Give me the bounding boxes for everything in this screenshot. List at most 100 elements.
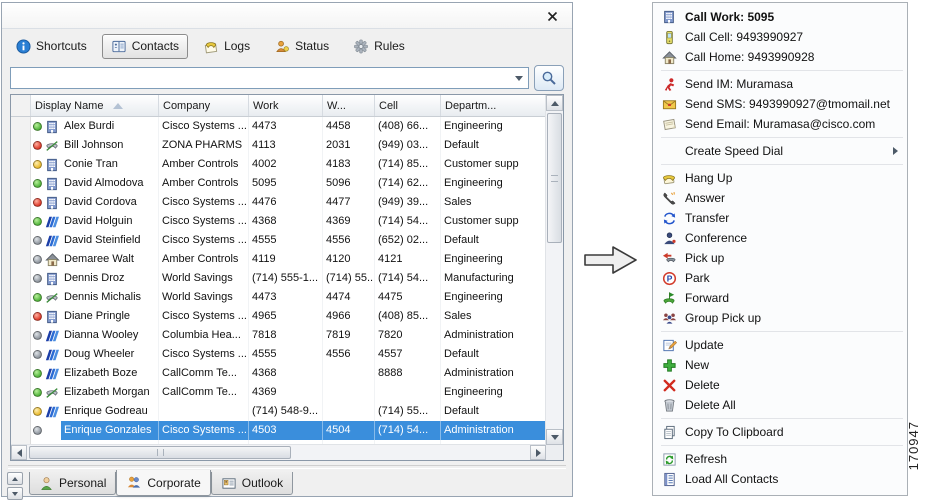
menu-item-load-all-contacts[interactable]: Load All Contacts (653, 469, 907, 489)
column-header-company[interactable]: Company (159, 95, 249, 116)
flow-arrow-icon (582, 241, 640, 284)
submenu-arrow-icon (893, 147, 898, 155)
table-row-david-almodova[interactable]: David AlmodovaAmber Controls50955096(714… (11, 174, 547, 193)
table-row-david-cordova[interactable]: David CordovaCisco Systems ...44764477(9… (11, 193, 547, 212)
search-combobox[interactable] (10, 67, 529, 89)
row-selector-cell (11, 193, 31, 212)
menu-item-create-speed-dial[interactable]: Create Speed Dial (653, 141, 907, 161)
tab-outlook[interactable]: Outlook (211, 472, 293, 495)
toolbar-button-status[interactable]: Status (265, 34, 338, 59)
table-row-david-holguin[interactable]: David HolguinCisco Systems ...43684369(7… (11, 212, 547, 231)
horizontal-scrollbar[interactable] (11, 444, 546, 460)
table-row-david-steinfield[interactable]: David SteinfieldCisco Systems ...4555455… (11, 231, 547, 250)
presence-yellow-icon (33, 407, 42, 416)
column-header-cell[interactable]: Cell (375, 95, 441, 116)
table-row-dennis-michalis[interactable]: Dennis MichalisWorld Savings447344744475… (11, 288, 547, 307)
menu-item-forward[interactable]: Forward (653, 288, 907, 308)
menu-item-copy-to-clipboard[interactable]: Copy To Clipboard (653, 422, 907, 442)
cell-work: 4476 (249, 193, 323, 212)
stripes-icon (45, 405, 59, 419)
menu-item-transfer[interactable]: Transfer (653, 208, 907, 228)
menu-item-update[interactable]: Update (653, 335, 907, 355)
table-row-enrique-godreau[interactable]: Enrique Godreau(714) 548-9...(714) 55...… (11, 402, 547, 421)
contacts-window: Shortcuts Contacts LogsStatusRules Display… (1, 2, 573, 497)
cell-display-name: David Holguin (61, 212, 159, 231)
menu-item-group-pick-up[interactable]: Group Pick up (653, 308, 907, 328)
toolbar: Shortcuts Contacts LogsStatusRules (2, 29, 572, 63)
cell-cell: 8888 (375, 364, 441, 383)
cell-cell: (714) 85... (375, 155, 441, 174)
cell-work: 5095 (249, 174, 323, 193)
menu-item-delete[interactable]: Delete (653, 375, 907, 395)
table-row-conie-tran[interactable]: Conie TranAmber Controls40024183(714) 85… (11, 155, 547, 174)
tab-corporate[interactable]: Corporate (116, 470, 210, 496)
cell-department: Default (441, 345, 547, 364)
menu-item-delete-all[interactable]: Delete All (653, 395, 907, 415)
menu-item-call-home-9493990928[interactable]: Call Home: 9493990928 (653, 47, 907, 67)
cell-display-name: David Steinfield (61, 231, 159, 250)
toolbar-button-contacts[interactable]: Contacts (102, 34, 188, 59)
search-button[interactable] (534, 65, 564, 91)
presence-cell (31, 383, 44, 402)
logs-icon (203, 39, 219, 54)
toolbar-button-logs[interactable]: Logs (194, 34, 259, 59)
presence-cell (31, 212, 44, 231)
menu-item-send-im-muramasa[interactable]: Send IM: Muramasa (653, 74, 907, 94)
column-header-w[interactable]: W... (323, 95, 375, 116)
tab-scroll-spinner (7, 472, 23, 500)
cell-work2: 4369 (323, 212, 375, 231)
bottom-tab-bar: PersonalCorporateOutlook (7, 470, 293, 497)
menu-item-park[interactable]: PPark (653, 268, 907, 288)
cell-work: (714) 555-1... (249, 269, 323, 288)
tab-personal[interactable]: Personal (29, 472, 116, 495)
scroll-down-button[interactable] (546, 429, 563, 445)
combo-dropdown-button[interactable] (510, 68, 528, 88)
menu-item-pick-up[interactable]: Pick up (653, 248, 907, 268)
menu-item-new[interactable]: New (653, 355, 907, 375)
contact-type-cell (44, 364, 61, 383)
cell-display-name: David Almodova (61, 174, 159, 193)
table-row-bill-johnson[interactable]: Bill JohnsonZONA PHARMS41132031(949) 03.… (11, 136, 547, 155)
menu-item-refresh[interactable]: Refresh (653, 449, 907, 469)
menu-item-answer[interactable]: Answer (653, 188, 907, 208)
toolbar-button-label: Contacts (132, 39, 179, 53)
table-row-dennis-droz[interactable]: Dennis DrozWorld Savings(714) 555-1...(7… (11, 269, 547, 288)
menu-item-label: Create Speed Dial (685, 144, 783, 158)
close-button[interactable] (544, 8, 560, 24)
menu-item-conference[interactable]: Conference (653, 228, 907, 248)
vertical-scrollbar[interactable] (545, 95, 563, 445)
contact-type-cell (44, 307, 61, 326)
search-input[interactable] (13, 69, 508, 87)
menu-item-call-cell-9493990927[interactable]: Call Cell: 9493990927 (653, 27, 907, 47)
column-header-work[interactable]: Work (249, 95, 323, 116)
table-row-doug-wheeler[interactable]: Doug WheelerCisco Systems ...45554556455… (11, 345, 547, 364)
scroll-up-button[interactable] (546, 95, 563, 111)
table-row-enrique-gonzales[interactable]: Enrique GonzalesCisco Systems ...4503450… (11, 421, 547, 440)
row-selector-cell (11, 231, 31, 250)
phoneslash-icon (45, 139, 59, 153)
column-header-display-name[interactable]: Display Name (31, 95, 159, 116)
menu-item-hang-up[interactable]: Hang Up (653, 168, 907, 188)
table-row-elizabeth-morgan[interactable]: Elizabeth MorganCallComm Te...4369Engine… (11, 383, 547, 402)
table-row-dianna-wooley[interactable]: Dianna WooleyColumbia Hea...781878197820… (11, 326, 547, 345)
scroll-left-button[interactable] (11, 445, 27, 460)
scroll-right-button[interactable] (530, 445, 546, 460)
table-row-demaree-walt[interactable]: Demaree WaltAmber Controls411941204121En… (11, 250, 547, 269)
cell-work: 4473 (249, 117, 323, 136)
cell-department: Engineering (441, 174, 547, 193)
toolbar-button-rules[interactable]: Rules (344, 34, 414, 59)
cell-company: Cisco Systems ... (159, 212, 249, 231)
tab-scroll-up-button[interactable] (7, 472, 23, 485)
toolbar-button-shortcuts[interactable]: Shortcuts (7, 34, 96, 59)
table-row-elizabeth-boze[interactable]: Elizabeth BozeCallComm Te...43688888Admi… (11, 364, 547, 383)
vertical-scrollbar-thumb[interactable] (547, 113, 562, 243)
tab-scroll-down-button[interactable] (7, 487, 23, 500)
table-row-alex-burdi[interactable]: Alex BurdiCisco Systems ...44734458(408)… (11, 117, 547, 136)
menu-item-send-sms-9493990927-tmomail-net[interactable]: Send SMS: 9493990927@tmomail.net (653, 94, 907, 114)
contact-type-cell (44, 421, 61, 440)
column-header-departm[interactable]: Departm... (441, 95, 547, 116)
menu-item-call-work-5095[interactable]: Call Work: 5095 (653, 7, 907, 27)
table-row-diane-pringle[interactable]: Diane PringleCisco Systems ...49654966(4… (11, 307, 547, 326)
horizontal-scrollbar-thumb[interactable] (29, 446, 291, 459)
menu-item-send-email-muramasa-cisco-com[interactable]: Send Email: Muramasa@cisco.com (653, 114, 907, 134)
